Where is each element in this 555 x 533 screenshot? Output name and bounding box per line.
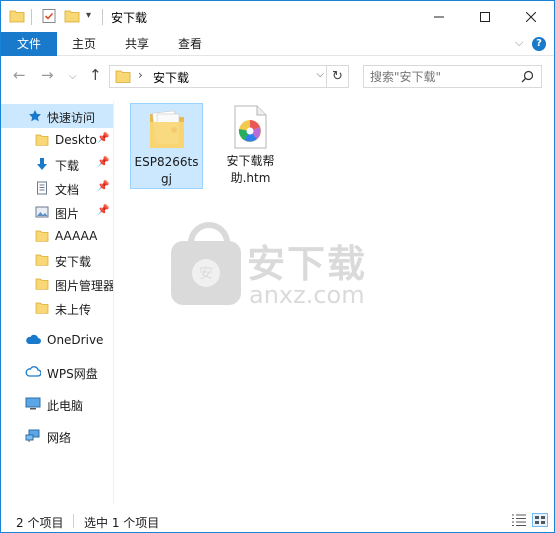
search-input[interactable] <box>363 65 542 88</box>
folder-icon <box>35 229 49 246</box>
folder-icon <box>115 69 131 87</box>
pin-icon: 📌 <box>97 157 110 168</box>
search-icon[interactable] <box>521 70 534 86</box>
sidebar-item-not-uploaded[interactable]: 未上传 <box>1 296 113 320</box>
sidebar-item-label: AAAAA <box>55 229 98 243</box>
recent-locations-icon[interactable]: ⌵ <box>69 69 77 85</box>
status-bar: 2 个项目 选中 1 个项目 <box>1 509 554 532</box>
sidebar-item-label: Deskto <box>55 133 97 147</box>
details-view-icon[interactable] <box>511 513 527 527</box>
network-icon <box>25 429 41 446</box>
file-item-esp8266tsgj[interactable]: ESP8266ts gj <box>130 103 203 189</box>
help-icon[interactable]: ? <box>532 37 546 51</box>
file-name: gj <box>161 172 172 186</box>
sidebar-item-label: OneDrive <box>47 333 104 347</box>
navigation-pane: 快速访问 Deskto 📌 下载 📌 文档 📌 图片 📌 AAAAA 安下载 图… <box>1 101 113 504</box>
watermark-text-cn: 安下载 <box>247 242 368 286</box>
sidebar-item-label: 快速访问 <box>47 111 96 125</box>
minimize-button[interactable] <box>416 1 462 32</box>
sidebar-item-label: WPS网盘 <box>47 367 98 381</box>
status-separator <box>73 514 74 528</box>
folder-icon <box>35 301 49 318</box>
sidebar-item-network[interactable]: 网络 <box>1 424 113 448</box>
pin-icon: 📌 <box>97 133 110 144</box>
file-name: ESP8266ts <box>134 155 199 169</box>
folder-icon <box>35 277 49 294</box>
sidebar-item-wps-cloud[interactable]: WPS网盘 <box>1 360 113 384</box>
address-row: ← → ⌵ ↑ › 安下载 ⌵ ↻ <box>1 57 554 95</box>
cloud-icon <box>25 333 41 350</box>
selected-count: 选中 1 个项目 <box>84 516 160 530</box>
pin-icon: 📌 <box>97 181 110 192</box>
tab-file[interactable]: 文件 <box>1 32 57 56</box>
sidebar-item-aaaaa[interactable]: AAAAA <box>1 224 113 248</box>
computer-icon <box>25 397 41 414</box>
sidebar-item-downloads[interactable]: 下载 📌 <box>1 152 113 176</box>
file-item-help-htm[interactable]: 安下载帮 助.htm <box>214 103 287 189</box>
ribbon-tabs: 文件 主页 共享 查看 ⌵ ? <box>1 32 554 56</box>
new-folder-icon[interactable] <box>64 8 80 27</box>
sidebar-item-label: 安下载 <box>55 255 92 269</box>
title-bar: ▾ 安下载 <box>1 1 554 32</box>
large-icons-view-icon[interactable] <box>532 513 548 527</box>
folder-icon <box>35 253 49 270</box>
sidebar-item-label: 此电脑 <box>47 399 84 413</box>
download-arrow-icon <box>35 157 49 174</box>
sidebar-item-documents[interactable]: 文档 📌 <box>1 176 113 200</box>
maximize-button[interactable] <box>462 1 508 32</box>
sidebar-item-label: 未上传 <box>55 303 92 317</box>
customize-dropdown-icon[interactable]: ▾ <box>86 10 91 21</box>
sidebar-item-this-pc[interactable]: 此电脑 <box>1 392 113 416</box>
folder-icon <box>148 108 186 153</box>
title-separator <box>102 9 103 25</box>
document-icon <box>35 181 49 198</box>
breadcrumb[interactable]: 安下载 <box>153 69 189 86</box>
properties-check-icon[interactable] <box>41 8 57 27</box>
folder-icon <box>35 133 49 150</box>
title-separator <box>31 9 32 25</box>
chevron-right-icon[interactable]: › <box>138 68 143 82</box>
sidebar-item-label: 下载 <box>55 159 80 173</box>
pin-icon: 📌 <box>97 205 110 216</box>
expand-ribbon-icon[interactable]: ⌵ <box>515 36 523 50</box>
wps-cloud-icon <box>25 365 42 382</box>
tab-view[interactable]: 查看 <box>167 32 213 56</box>
tab-share[interactable]: 共享 <box>114 32 160 56</box>
window-title: 安下载 <box>111 11 148 25</box>
close-button[interactable] <box>508 1 554 32</box>
sidebar-item-onedrive[interactable]: OneDrive <box>1 328 113 352</box>
sidebar-item-label: 图片管理器 <box>55 279 113 293</box>
refresh-icon[interactable]: ↻ <box>326 66 348 87</box>
pictures-icon <box>35 205 49 222</box>
explorer-window: ▾ 安下载 文件 主页 共享 查看 ⌵ ? ← → ⌵ ↑ › 安下载 ⌵ ↻ … <box>0 0 555 533</box>
sidebar-item-quick-access[interactable]: 快速访问 <box>1 104 113 128</box>
watermark: 安 安下载 anxz.com <box>169 221 389 311</box>
sidebar-item-anxz[interactable]: 安下载 <box>1 248 113 272</box>
svg-text:安: 安 <box>199 266 213 282</box>
back-arrow-icon[interactable]: ← <box>13 67 26 83</box>
item-count: 2 个项目 <box>16 516 64 530</box>
sidebar-item-label: 网络 <box>47 431 72 445</box>
sidebar-item-label: 图片 <box>55 207 80 221</box>
sidebar-item-label: 文档 <box>55 183 80 197</box>
sidebar-item-desktop[interactable]: Deskto 📌 <box>1 128 113 152</box>
htm-file-icon <box>232 105 268 152</box>
address-dropdown-icon[interactable]: ⌵ <box>316 69 324 80</box>
watermark-text-en: anxz.com <box>249 281 365 309</box>
file-name: 安下载帮 <box>226 154 275 168</box>
forward-arrow-icon[interactable]: → <box>41 67 54 83</box>
watermark-logo-icon: 安 <box>171 222 241 305</box>
up-arrow-icon[interactable]: ↑ <box>89 67 102 83</box>
star-icon <box>28 109 42 126</box>
sidebar-item-image-manager[interactable]: 图片管理器 <box>1 272 113 296</box>
folder-icon[interactable] <box>9 8 25 27</box>
tab-home[interactable]: 主页 <box>61 32 107 56</box>
sidebar-item-pictures[interactable]: 图片 📌 <box>1 200 113 224</box>
file-name: 助.htm <box>230 171 271 185</box>
address-bar[interactable]: › 安下载 ⌵ ↻ <box>109 65 349 88</box>
